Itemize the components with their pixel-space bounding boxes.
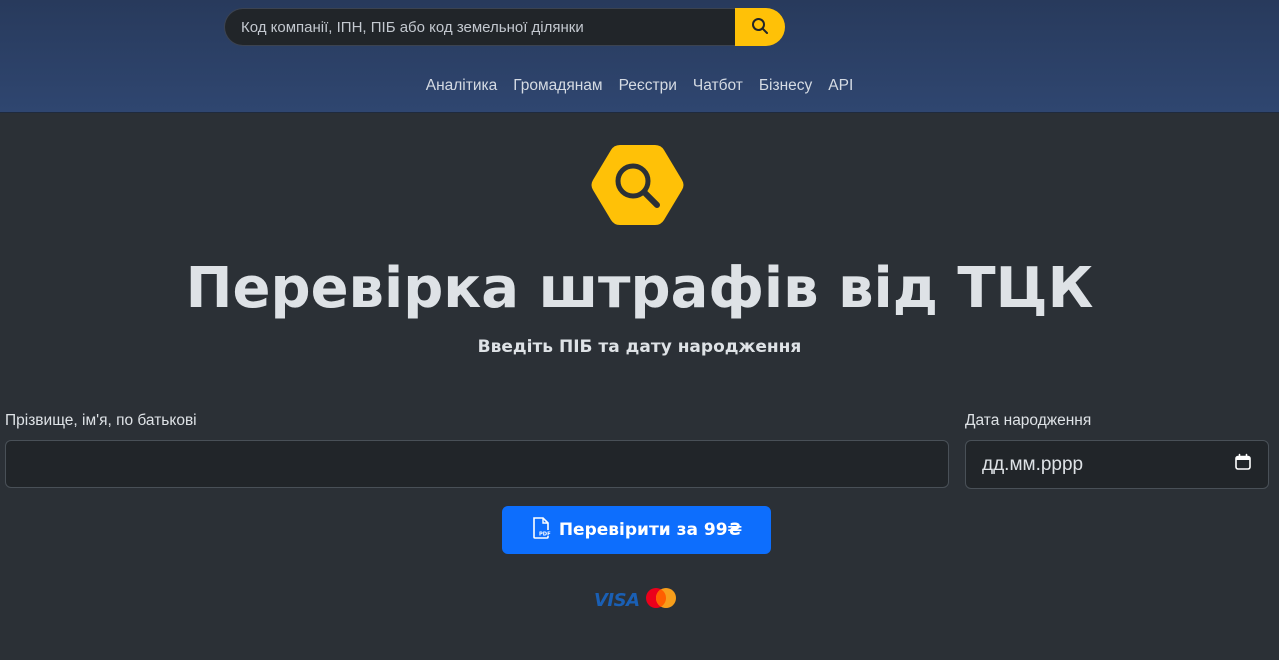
- birthdate-placeholder: дд.мм.рррр: [982, 453, 1084, 475]
- search-button[interactable]: [735, 8, 785, 46]
- svg-text:PDF: PDF: [539, 531, 551, 537]
- nav-business[interactable]: Бізнесу: [759, 74, 812, 98]
- birthdate-label: Дата народження: [965, 412, 1092, 429]
- check-submit-label: Перевірити за 99₴: [558, 520, 743, 540]
- nav-registries[interactable]: Реєстри: [619, 74, 677, 98]
- nav-chatbot[interactable]: Чатбот: [693, 74, 743, 98]
- calendar-icon[interactable]: [1234, 453, 1252, 477]
- search-icon: [751, 17, 769, 38]
- search-form: [224, 8, 785, 46]
- nav-api[interactable]: API: [828, 74, 853, 98]
- main-nav: Аналітика Громадянам Реєстри Чатбот Бізн…: [0, 74, 1279, 98]
- check-submit-button[interactable]: PDF Перевірити за 99₴: [502, 506, 771, 554]
- payment-methods: VISA: [594, 588, 682, 612]
- visa-logo: VISA: [594, 589, 640, 611]
- nav-analytics[interactable]: Аналітика: [426, 74, 498, 98]
- site-header: Аналітика Громадянам Реєстри Чатбот Бізн…: [0, 0, 1279, 113]
- mastercard-icon: [644, 587, 678, 613]
- nav-citizens[interactable]: Громадянам: [513, 74, 602, 98]
- pdf-file-icon: PDF: [531, 516, 551, 544]
- search-input[interactable]: [224, 8, 735, 46]
- birthdate-input[interactable]: дд.мм.рррр: [965, 440, 1269, 489]
- name-label: Прізвище, ім'я, по батькові: [5, 412, 197, 429]
- magnifier-hexagon-logo-icon: [590, 143, 685, 227]
- page-title: Перевірка штрафів від ТЦК: [185, 256, 1094, 321]
- full-name-input[interactable]: [5, 440, 949, 488]
- page-subtitle: Введіть ПІБ та дату народження: [477, 337, 802, 357]
